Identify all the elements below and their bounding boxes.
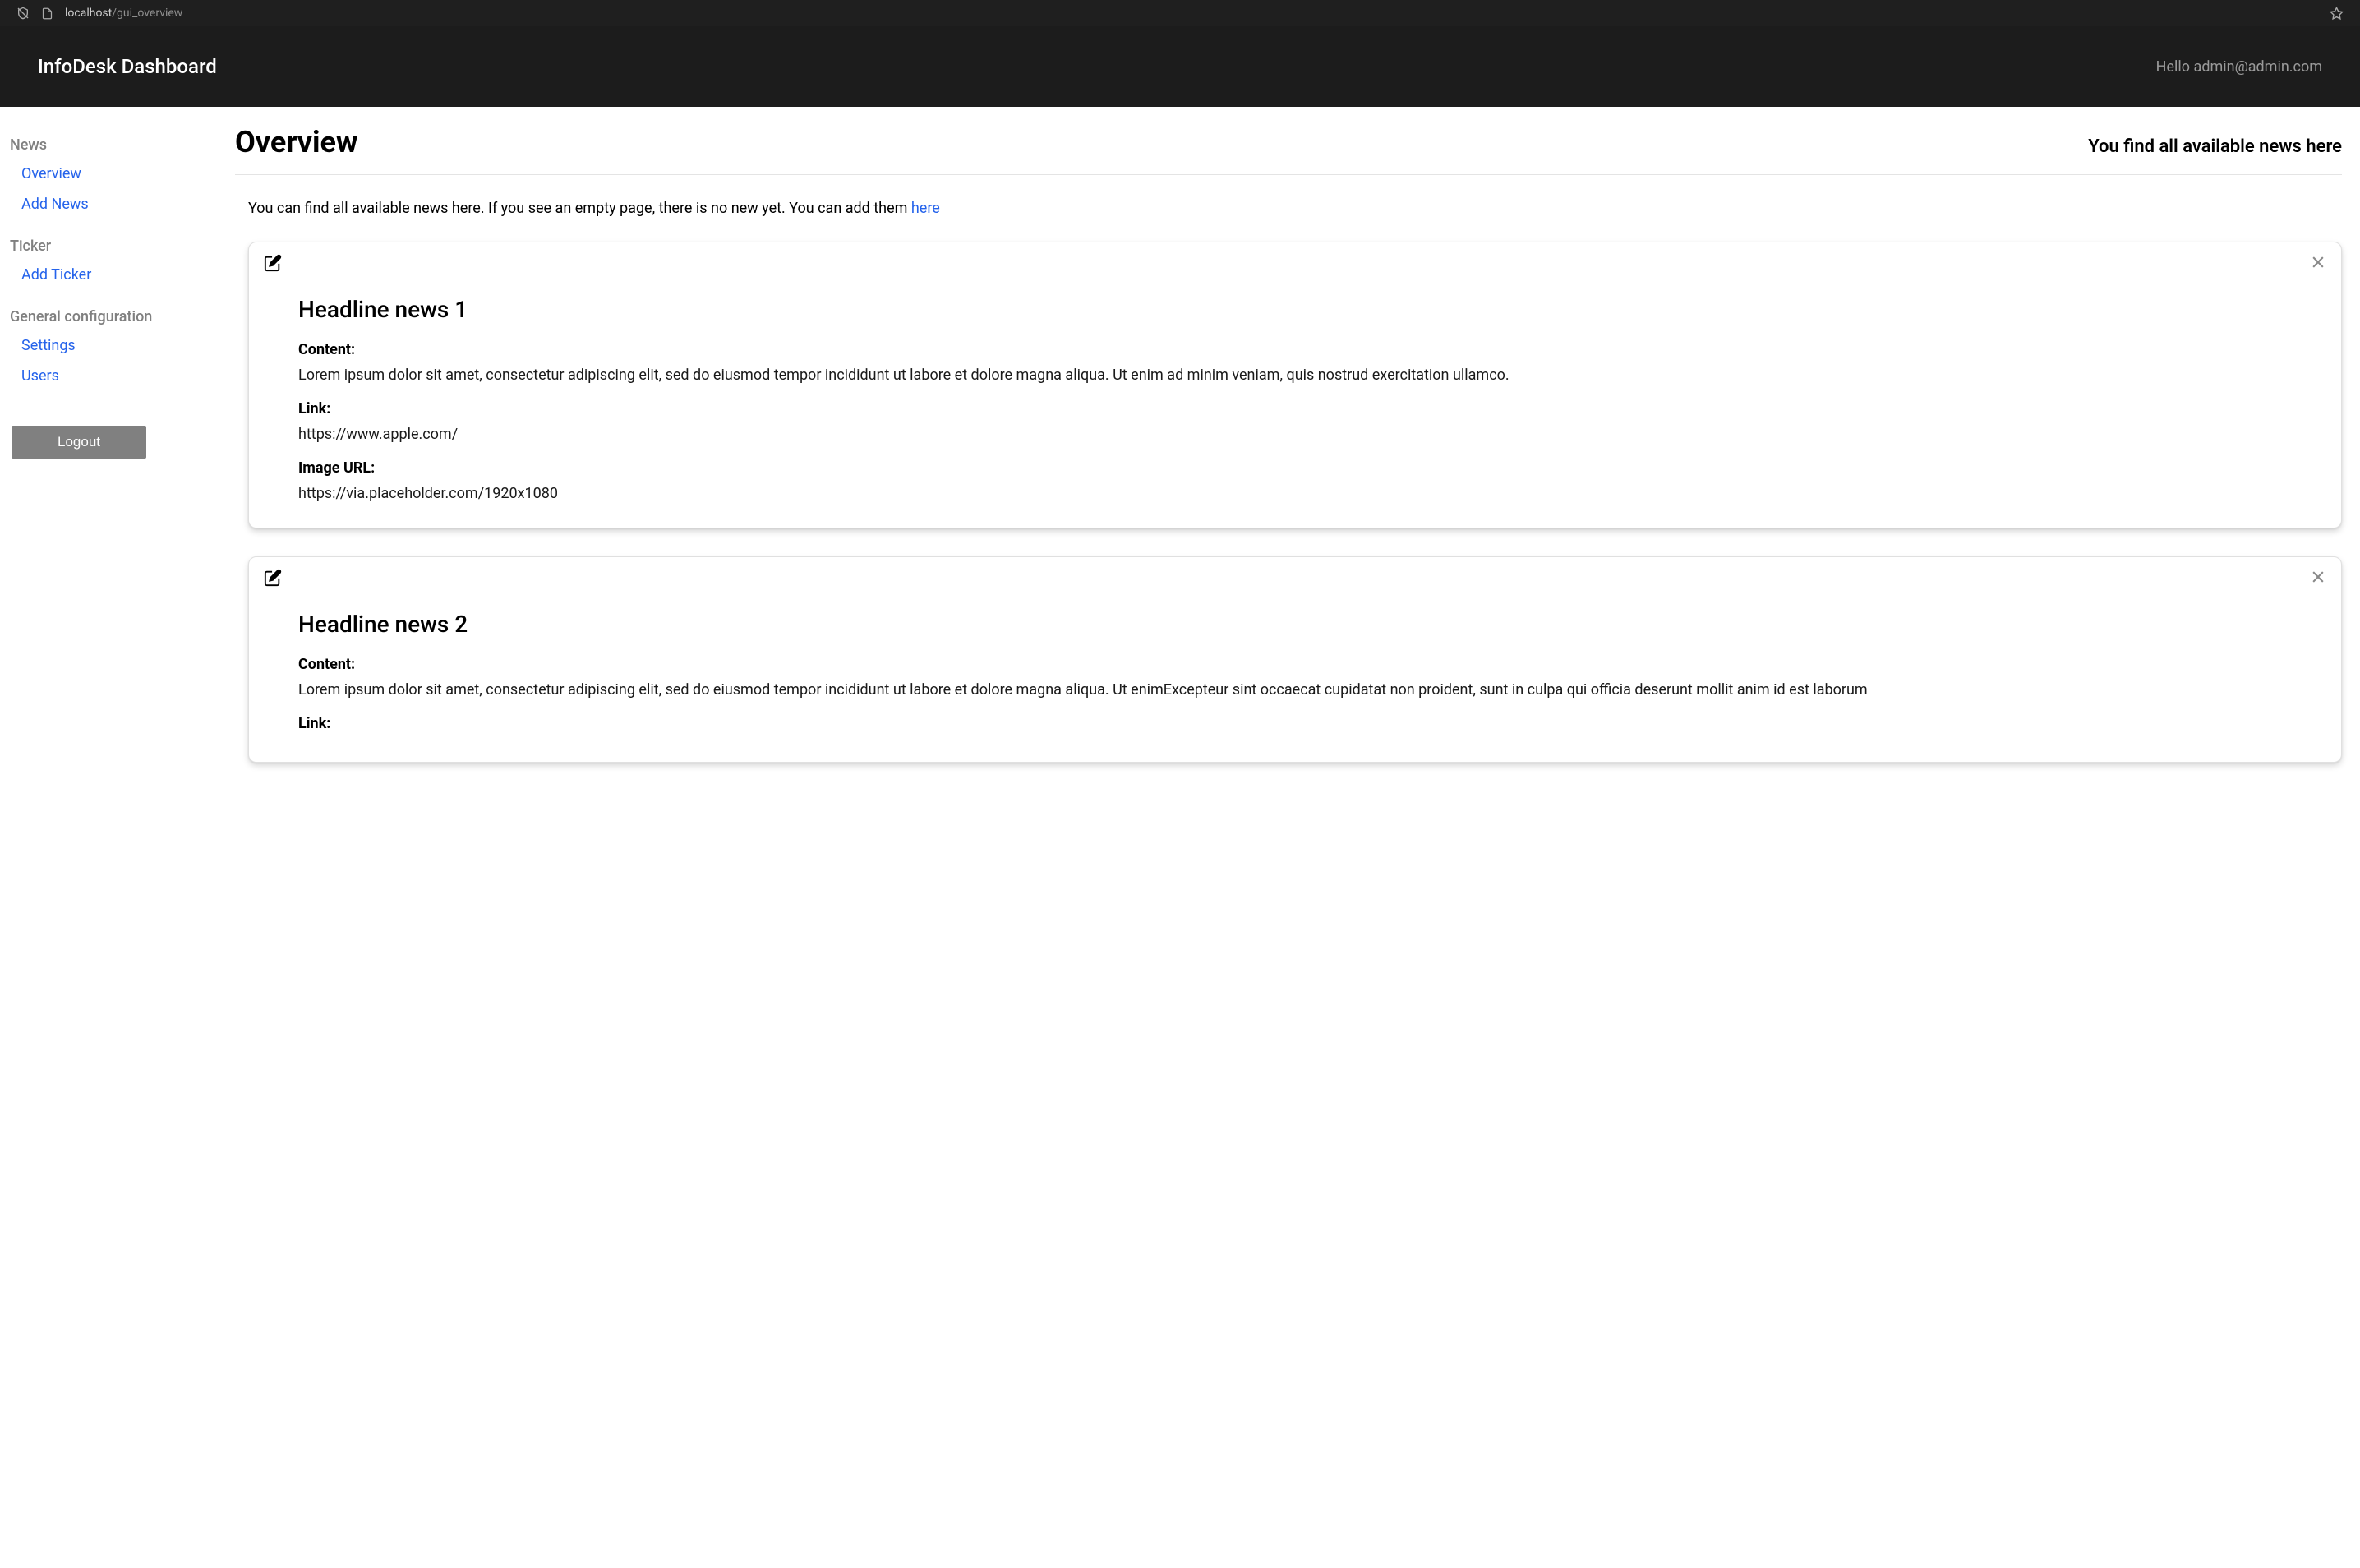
intro-add-link[interactable]: here [911,200,940,217]
card-headline: Headline news 2 [298,611,2292,638]
close-button[interactable] [2308,252,2328,274]
sidebar-link-settings[interactable]: Settings [8,330,204,361]
url-path: /gui_overview [112,7,182,20]
app-header: InfoDesk Dashboard Hello admin@admin.com [0,26,2360,107]
content-value: Lorem ipsum dolor sit amet, consectetur … [298,365,2292,385]
bookmark-star-icon[interactable] [2330,7,2344,21]
app-title: InfoDesk Dashboard [38,55,217,78]
edit-button[interactable] [262,252,283,276]
card-headline: Headline news 1 [298,296,2292,323]
content-value: Lorem ipsum dolor sit amet, consectetur … [298,680,2292,700]
edit-button[interactable] [262,567,283,591]
page-heading: Overview [235,125,357,159]
sidebar-section-general: General configuration [8,303,204,330]
sidebar: News Overview Add News Ticker Add Ticker… [0,107,214,823]
shield-off-icon [16,7,30,20]
page-icon [41,7,53,20]
sidebar-link-add-news[interactable]: Add News [8,189,204,219]
url-text[interactable]: localhost/gui_overview [65,7,182,20]
intro-text-prefix: You can find all available news here. If… [248,200,911,217]
close-icon [2310,261,2326,273]
url-host: localhost [65,7,112,20]
image-url-label: Image URL: [298,459,2292,477]
close-icon [2310,575,2326,588]
sidebar-section-ticker: Ticker [8,233,204,260]
intro-text: You can find all available news here. If… [248,200,2342,217]
sidebar-link-add-ticker[interactable]: Add Ticker [8,260,204,290]
edit-icon [264,577,282,589]
close-button[interactable] [2308,567,2328,589]
user-greeting: Hello admin@admin.com [2156,58,2322,76]
sidebar-link-overview[interactable]: Overview [8,159,204,189]
content-label: Content: [298,656,2292,673]
news-card: Headline news 1 Content: Lorem ipsum dol… [248,242,2342,528]
sidebar-section-news: News [8,131,204,159]
page-subheading: You find all available news here [2088,136,2342,157]
edit-icon [264,262,282,274]
link-label: Link: [298,715,2292,732]
image-url-value: https://via.placeholder.com/1920x1080 [298,483,2292,504]
link-value: https://www.apple.com/ [298,424,2292,445]
main-content: Overview You find all available news her… [214,107,2360,823]
news-card: Headline news 2 Content: Lorem ipsum dol… [248,556,2342,763]
link-label: Link: [298,400,2292,417]
content-label: Content: [298,341,2292,358]
logout-button[interactable]: Logout [12,426,146,459]
sidebar-link-users[interactable]: Users [8,361,204,391]
browser-address-bar: localhost/gui_overview [0,0,2360,26]
